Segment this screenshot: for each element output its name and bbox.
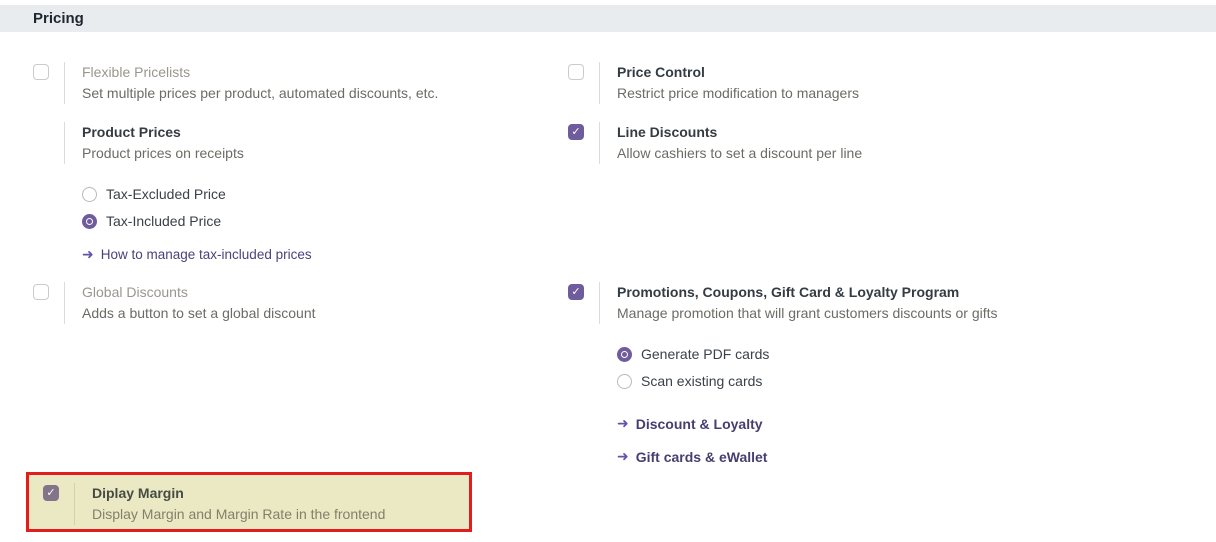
setting-global-discounts: Global Discounts Adds a button to set a …	[33, 282, 501, 324]
product-prices-radio-group: Tax-Excluded Price Tax-Included Price	[82, 186, 364, 229]
global-discounts-description: Adds a button to set a global discount	[82, 303, 501, 324]
product-prices-description: Product prices on receipts	[82, 143, 364, 164]
line-discounts-label: Line Discounts	[617, 122, 1019, 143]
link-label[interactable]: Discount & Loyalty	[636, 415, 763, 433]
link-gift-cards-and-ewallet[interactable]: ➜ Gift cards & eWallet	[617, 448, 767, 466]
setting-promotions: ✓ Promotions, Coupons, Gift Card & Loyal…	[568, 282, 1069, 466]
setting-price-control: Price Control Restrict price modificatio…	[568, 62, 1019, 104]
highlight-box: ✓ Diplay Margin Display Margin and Margi…	[26, 472, 472, 532]
link-label[interactable]: How to manage tax-included prices	[101, 246, 312, 264]
arrow-right-icon: ➜	[617, 450, 629, 464]
display-margin-checkbox[interactable]: ✓	[43, 485, 59, 501]
checkmark-icon: ✓	[571, 287, 580, 298]
setting-product-prices: Product Prices Product prices on receipt…	[33, 122, 364, 264]
flexible-pricelists-checkbox[interactable]	[33, 64, 49, 80]
setting-line-discounts: ✓ Line Discounts Allow cashiers to set a…	[568, 122, 1019, 164]
radio-button-icon[interactable]	[82, 187, 97, 202]
radio-tax-included-price[interactable]: Tax-Included Price	[82, 213, 364, 229]
section-header-pricing: Pricing	[0, 5, 1216, 32]
product-prices-label: Product Prices	[82, 122, 364, 143]
line-discounts-checkbox[interactable]: ✓	[568, 124, 584, 140]
price-control-checkbox[interactable]	[568, 64, 584, 80]
flexible-pricelists-label: Flexible Pricelists	[82, 62, 501, 83]
promotions-label: Promotions, Coupons, Gift Card & Loyalty…	[617, 282, 1069, 303]
checkmark-icon: ✓	[571, 127, 580, 138]
link-how-to-manage-tax-included-prices[interactable]: ➜ How to manage tax-included prices	[82, 246, 312, 264]
global-discounts-checkbox[interactable]	[33, 284, 49, 300]
price-control-description: Restrict price modification to managers	[617, 83, 1019, 104]
setting-display-margin: ✓ Diplay Margin Display Margin and Margi…	[43, 483, 469, 525]
promotions-radio-group: Generate PDF cards Scan existing cards	[617, 346, 1069, 389]
radio-label: Generate PDF cards	[641, 346, 769, 362]
radio-button-icon[interactable]	[617, 374, 632, 389]
promotions-description: Manage promotion that will grant custome…	[617, 303, 1069, 324]
radio-button-icon[interactable]	[617, 347, 632, 362]
global-discounts-label: Global Discounts	[82, 282, 501, 303]
radio-label: Tax-Excluded Price	[106, 186, 226, 202]
radio-tax-excluded-price[interactable]: Tax-Excluded Price	[82, 186, 364, 202]
line-discounts-description: Allow cashiers to set a discount per lin…	[617, 143, 1019, 164]
checkmark-icon: ✓	[46, 488, 55, 499]
price-control-label: Price Control	[617, 62, 1019, 83]
radio-label: Scan existing cards	[641, 373, 762, 389]
display-margin-description: Display Margin and Margin Rate in the fr…	[92, 504, 454, 525]
display-margin-label: Diplay Margin	[92, 483, 454, 504]
promotions-checkbox[interactable]: ✓	[568, 284, 584, 300]
radio-button-icon[interactable]	[82, 214, 97, 229]
flexible-pricelists-description: Set multiple prices per product, automat…	[82, 83, 501, 104]
radio-scan-existing-cards[interactable]: Scan existing cards	[617, 373, 1069, 389]
link-discount-and-loyalty[interactable]: ➜ Discount & Loyalty	[617, 415, 763, 433]
arrow-right-icon: ➜	[82, 248, 94, 262]
radio-generate-pdf-cards[interactable]: Generate PDF cards	[617, 346, 1069, 362]
setting-flexible-pricelists: Flexible Pricelists Set multiple prices …	[33, 62, 501, 104]
radio-label: Tax-Included Price	[106, 213, 221, 229]
section-title: Pricing	[33, 10, 84, 27]
link-label[interactable]: Gift cards & eWallet	[636, 448, 768, 466]
arrow-right-icon: ➜	[617, 417, 629, 431]
